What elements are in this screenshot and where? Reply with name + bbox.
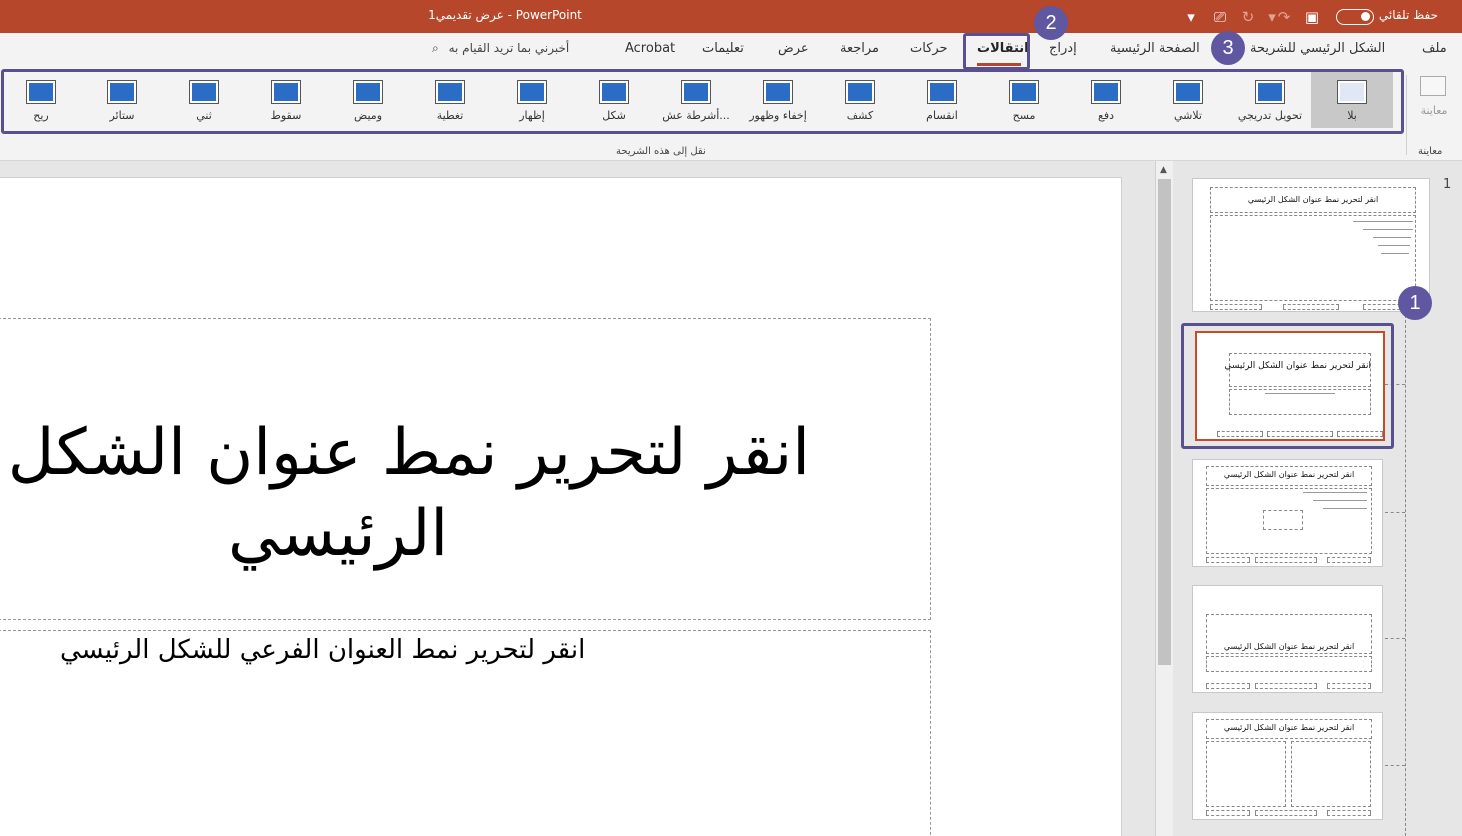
- title-text-line2: الرئيسي: [228, 497, 449, 571]
- toggle-knob: [1361, 12, 1370, 21]
- autosave-toggle[interactable]: [1336, 9, 1374, 25]
- thumb-footer: [1206, 683, 1250, 689]
- group-separator: [1406, 75, 1407, 155]
- thumb-footer: [1255, 557, 1317, 563]
- redo-disabled-icon: ↻: [1241, 8, 1255, 26]
- thumbnail-content-layout[interactable]: انقر لتحرير نمط عنوان الشكل الرئيسي: [1192, 459, 1383, 567]
- subtitle-text: انقر لتحرير نمط العنوان الفرعي للشكل الر…: [60, 635, 586, 665]
- thumb-line: [1363, 229, 1413, 230]
- tab-file[interactable]: ملف: [1422, 41, 1447, 56]
- save-icon[interactable]: ▣: [1302, 7, 1322, 27]
- thumb-footer: [1255, 683, 1317, 689]
- step-badge-3: 3: [1211, 31, 1245, 65]
- tab-view[interactable]: عرض: [778, 41, 809, 56]
- thumb-master-title: انقر لتحرير نمط عنوان الشكل الرئيسي: [1247, 195, 1379, 204]
- thumb-line: [1381, 253, 1409, 254]
- thumb-left-content: [1206, 741, 1286, 807]
- thumb-line: [1353, 221, 1413, 222]
- tab-help[interactable]: تعليمات: [702, 41, 744, 56]
- transitions-group-label: نقل إلى هذه الشريحة: [616, 146, 706, 157]
- step-badge-1: 1: [1398, 286, 1432, 320]
- scroll-up-icon[interactable]: ▲: [1160, 165, 1167, 175]
- thumb-footer: [1210, 304, 1262, 310]
- slide-number: 1: [1443, 177, 1452, 192]
- scroll-thumb[interactable]: [1158, 179, 1171, 665]
- thumb-footer: [1206, 557, 1250, 563]
- thumbnail-master[interactable]: انقر لتحرير نمط عنوان الشكل الرئيسي: [1192, 178, 1430, 312]
- vertical-scrollbar[interactable]: ▲: [1155, 161, 1173, 836]
- thumb-body-box: [1210, 215, 1416, 301]
- autosave-label: حفظ تلقائي: [1378, 8, 1438, 22]
- layout-connector: [1385, 765, 1405, 766]
- tab-slide-master[interactable]: الشكل الرئيسي للشريحة: [1250, 41, 1385, 56]
- thumb-right-content: [1291, 741, 1371, 807]
- thumb-content-icons: [1263, 510, 1303, 530]
- thumb-footer: [1327, 810, 1371, 816]
- customize-toolbar-icon[interactable]: ▾: [1181, 7, 1201, 27]
- thumb-line: [1303, 492, 1367, 493]
- search-icon: ⌕: [432, 41, 439, 55]
- tell-me-search[interactable]: أخبرني بما تريد القيام به ⌕: [432, 41, 569, 56]
- layout-connector: [1385, 512, 1405, 513]
- thumb-two-content-title: انقر لتحرير نمط عنوان الشكل الرئيسي: [1223, 723, 1355, 732]
- tab-home[interactable]: الصفحة الرئيسية: [1110, 41, 1200, 56]
- tab-review[interactable]: مراجعة: [840, 41, 879, 56]
- thumb-footer: [1327, 683, 1371, 689]
- thumb-content-title: انقر لتحرير نمط عنوان الشكل الرئيسي: [1223, 470, 1355, 479]
- thumb-subtitle-box: [1206, 656, 1372, 672]
- thumbnail-two-content-layout[interactable]: انقر لتحرير نمط عنوان الشكل الرئيسي: [1192, 712, 1383, 820]
- highlight-transitions-tab: [963, 33, 1030, 70]
- thumb-line: [1313, 500, 1367, 501]
- tab-animations[interactable]: حركات: [910, 41, 948, 56]
- thumbnail-section-layout[interactable]: انقر لتحرير نمط عنوان الشكل الرئيسي: [1192, 585, 1383, 693]
- slide-editor: انقر لتحرير نمط عنوان الشكل الرئيسي انقر…: [0, 161, 1155, 836]
- preview-button[interactable]: معاينة: [1414, 72, 1454, 122]
- present-from-start-icon[interactable]: ⎚: [1210, 7, 1230, 27]
- preview-group-label: معاينة: [1418, 146, 1443, 157]
- highlight-transitions-gallery: [1, 69, 1404, 134]
- thumb-section-title: انقر لتحرير نمط عنوان الشكل الرئيسي: [1223, 642, 1355, 651]
- tab-acrobat[interactable]: Acrobat: [625, 41, 675, 56]
- layout-connector: [1385, 638, 1405, 639]
- thumb-line: [1323, 508, 1367, 509]
- thumb-footer: [1255, 810, 1317, 816]
- thumbnail-pane: 1 انقر لتحرير نمط عنوان الشكل الرئيسي ان…: [1173, 161, 1462, 836]
- thumb-line: [1378, 245, 1410, 246]
- title-bar: عرض تقديمي1 - PowerPoint ▾ ⎚ ↻ ▾ ↷ ▣ حفظ…: [0, 0, 1462, 33]
- preview-icon: [1420, 76, 1446, 96]
- layout-connector: [1405, 310, 1406, 836]
- highlight-title-layout-thumbnail: [1181, 323, 1394, 449]
- thumb-line: [1373, 237, 1411, 238]
- master-slide-canvas[interactable]: انقر لتحرير نمط عنوان الشكل الرئيسي انقر…: [0, 177, 1122, 836]
- subtitle-placeholder[interactable]: انقر لتحرير نمط العنوان الفرعي للشكل الر…: [0, 630, 931, 836]
- tab-insert[interactable]: إدراج: [1049, 41, 1077, 56]
- title-placeholder[interactable]: انقر لتحرير نمط عنوان الشكل الرئيسي: [0, 318, 931, 620]
- thumb-footer: [1327, 557, 1371, 563]
- preview-label: معاينة: [1420, 104, 1448, 117]
- thumb-footer: [1206, 810, 1250, 816]
- search-label: أخبرني بما تريد القيام به: [448, 41, 570, 55]
- undo-icon: ↷: [1277, 8, 1291, 26]
- thumb-footer: [1283, 304, 1339, 310]
- step-badge-2: 2: [1034, 6, 1068, 40]
- window-title: عرض تقديمي1 - PowerPoint: [428, 8, 582, 22]
- title-text-line1: انقر لتحرير نمط عنوان الشكل: [7, 416, 810, 490]
